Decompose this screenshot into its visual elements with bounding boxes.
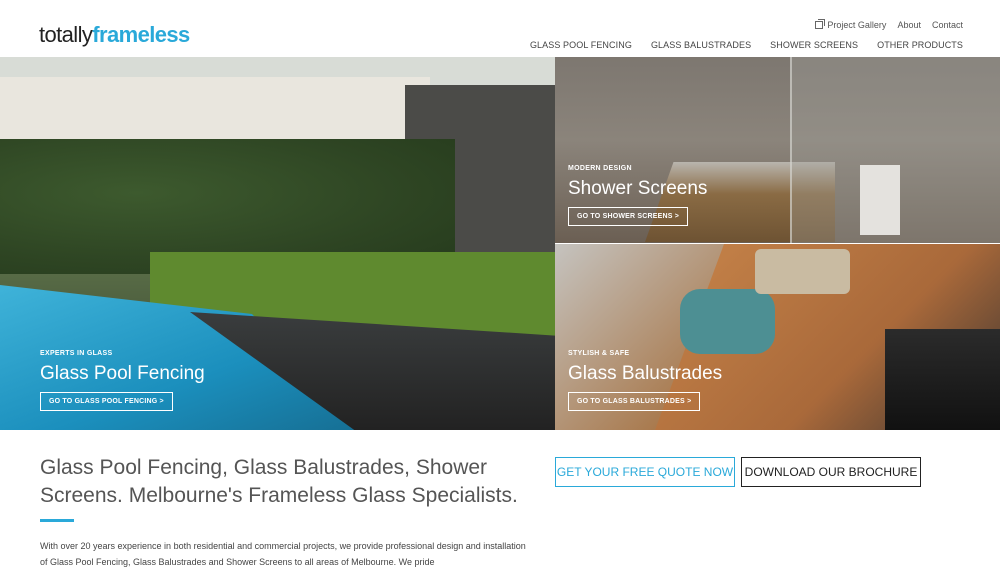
contact-link[interactable]: Contact [932,20,963,30]
pool-eyebrow: EXPERTS IN GLASS [40,350,113,357]
download-brochure-button[interactable]: DOWNLOAD OUR BROCHURE [741,457,921,487]
site-logo[interactable]: totallyframeless [39,22,190,48]
nav-glass-balustrades[interactable]: GLASS BALUSTRADES [651,40,751,50]
intro-section: Glass Pool Fencing, Glass Balustrades, S… [0,430,1000,567]
intro-headline: Glass Pool Fencing, Glass Balustrades, S… [40,456,518,507]
go-to-balustrades-button[interactable]: GO TO GLASS BALUSTRADES > [568,392,701,411]
shower-screens-tile[interactable]: MODERN DESIGN Shower Screens GO TO SHOWE… [555,57,1000,243]
rug-image [755,249,850,294]
balustrade-tile-content: STYLISH & SAFE Glass Balustrades GO TO G… [568,350,722,411]
nav-shower-screens[interactable]: SHOWER SCREENS [770,40,858,50]
logo-suffix: frameless [92,22,190,47]
chair-image [860,165,900,235]
about-link[interactable]: About [897,20,921,30]
site-header: totallyframeless Project Gallery About C… [0,0,1000,57]
armchair-image [680,289,775,354]
pool-tile-content: EXPERTS IN GLASS Glass Pool Fencing GO T… [40,350,205,411]
pool-title: Glass Pool Fencing [40,363,205,384]
go-to-pool-fencing-button[interactable]: GO TO GLASS POOL FENCING > [40,392,173,411]
nav-other-products[interactable]: OTHER PRODUCTS [877,40,963,50]
shower-title: Shower Screens [568,178,708,199]
balustrade-eyebrow: STYLISH & SAFE [568,350,630,357]
accent-divider [40,519,74,522]
stairs-image [885,329,1000,430]
logo-prefix: totally [39,22,93,47]
nav-glass-pool-fencing[interactable]: GLASS POOL FENCING [530,40,632,50]
free-quote-button[interactable]: GET YOUR FREE QUOTE NOW [555,457,735,487]
go-to-shower-screens-button[interactable]: GO TO SHOWER SCREENS > [568,207,689,226]
main-nav: GLASS POOL FENCING GLASS BALUSTRADES SHO… [530,40,963,50]
project-gallery-label: Project Gallery [827,20,887,30]
pool-fencing-tile[interactable]: EXPERTS IN GLASS Glass Pool Fencing GO T… [0,57,555,430]
project-gallery-link[interactable]: Project Gallery [815,19,887,30]
shower-eyebrow: MODERN DESIGN [568,165,632,172]
shower-tile-content: MODERN DESIGN Shower Screens GO TO SHOWE… [568,165,707,226]
gallery-icon [815,19,826,29]
intro-body: With over 20 years experience in both re… [40,541,526,567]
hero-grid: EXPERTS IN GLASS Glass Pool Fencing GO T… [0,57,1000,430]
balustrades-tile[interactable]: STYLISH & SAFE Glass Balustrades GO TO G… [555,244,1000,430]
balustrade-title: Glass Balustrades [568,363,723,384]
utility-nav: Project Gallery About Contact [815,19,963,30]
